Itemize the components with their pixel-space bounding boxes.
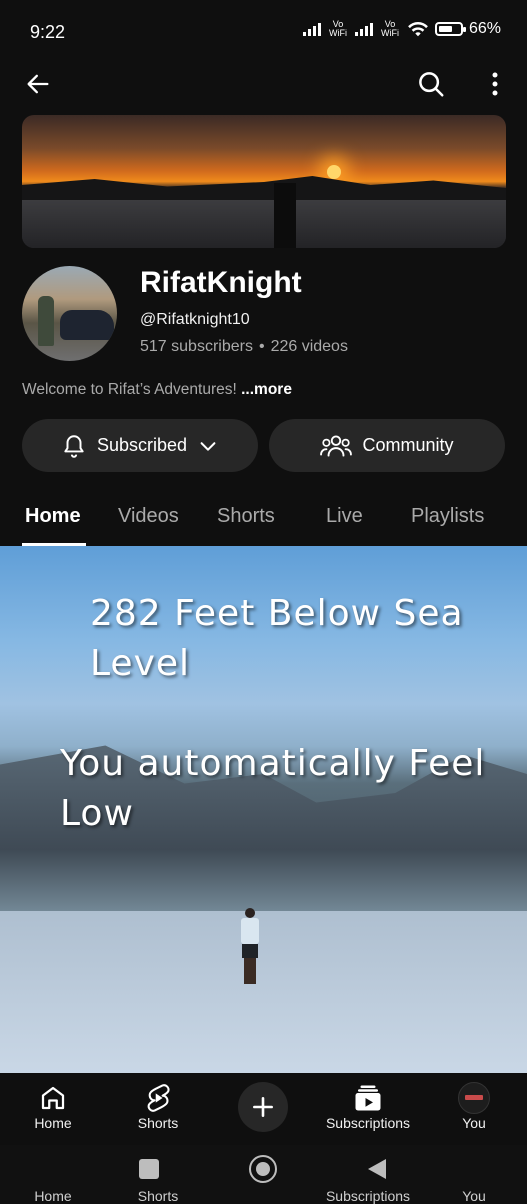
search-icon: [419, 72, 444, 97]
channel-banner[interactable]: [22, 115, 506, 248]
vowifi-label-2: Vo WiFi: [380, 19, 399, 38]
signal-icon-2: [354, 22, 373, 36]
bell-icon: [64, 434, 84, 458]
tab-videos[interactable]: Videos: [118, 505, 179, 528]
avatar: [458, 1082, 490, 1114]
nav-you-label: You: [462, 1115, 486, 1131]
back-system-button[interactable]: [366, 1157, 388, 1181]
status-time: 9:22: [30, 22, 66, 42]
home-system-button[interactable]: [249, 1155, 277, 1183]
ghost-label-subscriptions: Subscriptions: [325, 1188, 411, 1204]
recents-button[interactable]: [139, 1159, 159, 1179]
nav-shorts[interactable]: Shorts: [108, 1081, 208, 1131]
ghost-label-shorts: Shorts: [137, 1188, 179, 1204]
channel-name: RifatKnight: [140, 266, 302, 299]
chevron-down-icon: [200, 441, 216, 451]
back-button[interactable]: [20, 66, 56, 102]
community-icon: [320, 434, 353, 457]
overlay-text-line3: You automatically Feel: [60, 743, 486, 784]
featured-video-thumbnail[interactable]: 282 Feet Below Sea Level You automatical…: [0, 546, 527, 1073]
nav-home-label: Home: [34, 1115, 72, 1131]
community-label: Community: [362, 435, 454, 455]
channel-description[interactable]: Welcome to Rifat’s Adventures! ...more: [22, 381, 292, 399]
overlay-text-line2: Level: [90, 643, 191, 684]
ghost-label-you: You: [462, 1188, 486, 1204]
banner-hills: [22, 176, 506, 203]
channel-handle: @Rifatknight10: [140, 311, 250, 328]
search-button[interactable]: [412, 65, 450, 103]
tab-live[interactable]: Live: [326, 505, 363, 528]
description-text: Welcome to Rifat’s Adventures!: [22, 381, 237, 398]
subscriber-count: 517 subscribers: [140, 338, 253, 355]
nav-home[interactable]: Home: [3, 1081, 103, 1131]
overlay-text-line1: 282 Feet Below Sea: [90, 593, 464, 634]
nav-subscriptions-label: Subscriptions: [325, 1115, 411, 1131]
ghost-label-home: Home: [34, 1188, 72, 1204]
status-icons: Vo WiFi Vo WiFi 66%: [302, 19, 501, 38]
avatar-car: [60, 310, 114, 340]
tab-shorts[interactable]: Shorts: [217, 505, 275, 528]
channel-avatar[interactable]: [22, 266, 117, 361]
nav-shorts-label: Shorts: [137, 1115, 179, 1131]
status-bar: 9:22 Vo WiFi Vo WiFi 66%: [0, 0, 527, 62]
bottom-navigation: Home Shorts Subscriptions You: [0, 1073, 527, 1145]
community-button[interactable]: Community: [269, 419, 505, 472]
nav-you[interactable]: You: [424, 1081, 524, 1131]
signal-icon: [302, 22, 321, 36]
banner-sun: [327, 165, 341, 179]
subscribed-label: Subscribed: [96, 435, 188, 455]
channel-stats: 517 subscribers • 226 videos: [140, 338, 348, 356]
subscriptions-icon: [355, 1085, 381, 1111]
wifi-icon: [408, 21, 428, 37]
avatar-person: [38, 296, 54, 346]
overlay-text-line4: Low: [60, 793, 134, 834]
vowifi-label-1: Vo WiFi: [328, 19, 347, 38]
tab-playlists[interactable]: Playlists: [411, 505, 484, 528]
banner-post: [274, 183, 296, 248]
nav-subscriptions[interactable]: Subscriptions: [318, 1081, 418, 1131]
more-vert-icon: [492, 72, 498, 96]
more-link[interactable]: ...more: [241, 381, 292, 398]
battery-percent: 66%: [468, 20, 501, 37]
thumbnail-salt-flat: [0, 911, 527, 1073]
create-button[interactable]: [238, 1082, 288, 1132]
more-options-button[interactable]: [478, 65, 512, 103]
plus-icon: [253, 1097, 273, 1117]
home-icon: [41, 1086, 65, 1110]
banner-water: [22, 200, 506, 248]
channel-tabs: Home Videos Shorts Live Playlists: [0, 496, 527, 546]
subscribed-button[interactable]: Subscribed: [22, 419, 258, 472]
tab-home[interactable]: Home: [25, 505, 81, 528]
battery-icon: [434, 22, 466, 36]
video-count: 226 videos: [270, 338, 348, 355]
arrow-left-icon: [27, 74, 49, 94]
stats-separator: •: [258, 338, 265, 355]
shorts-icon: [147, 1084, 170, 1112]
thumbnail-person: [240, 908, 260, 984]
